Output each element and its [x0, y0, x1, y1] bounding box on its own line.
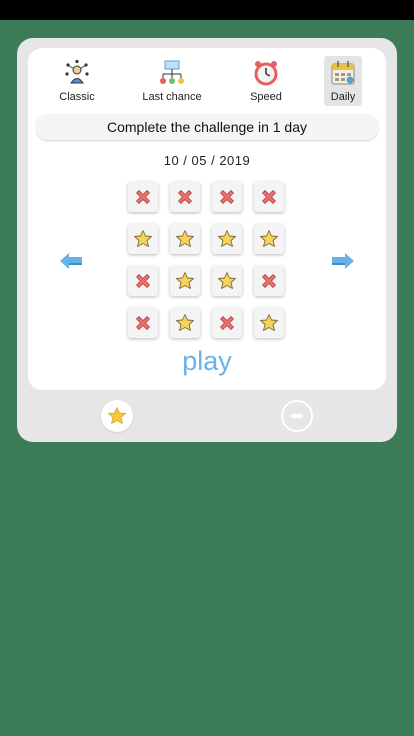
grid-cell	[170, 308, 200, 338]
minus-icon	[291, 414, 303, 418]
star-icon	[260, 314, 278, 331]
challenge-date: 10 / 05 / 2019	[163, 153, 251, 168]
grid-cell	[212, 308, 242, 338]
favorite-button[interactable]	[101, 400, 133, 432]
calendar-icon	[331, 61, 355, 85]
grid-cell	[254, 308, 284, 338]
remove-button[interactable]	[281, 400, 313, 432]
tab-last-chance-label: Last chance	[142, 91, 202, 103]
org-chart-icon	[160, 60, 184, 84]
grid-cell	[170, 182, 200, 212]
cross-icon	[136, 274, 150, 288]
play-button[interactable]: play	[157, 346, 257, 378]
cross-icon	[136, 316, 150, 330]
grid-cell	[254, 182, 284, 212]
grid-cell	[128, 224, 158, 254]
cross-icon	[262, 190, 276, 204]
alarm-clock-icon	[254, 61, 278, 86]
grid-cell	[212, 224, 242, 254]
grid-cell	[254, 266, 284, 296]
cross-icon	[262, 274, 276, 288]
star-icon	[134, 230, 152, 247]
person-presentation-icon	[65, 59, 89, 84]
grid-cell	[128, 182, 158, 212]
grid-cell	[128, 266, 158, 296]
star-icon	[176, 272, 194, 289]
status-bar	[0, 0, 414, 20]
grid-cell	[254, 224, 284, 254]
star-icon	[260, 230, 278, 247]
tab-classic-label: Classic	[59, 91, 95, 103]
grid-cell	[212, 182, 242, 212]
tab-classic[interactable]: Classic	[35, 56, 119, 106]
cross-icon	[136, 190, 150, 204]
previous-arrow-icon[interactable]	[58, 250, 84, 272]
tab-speed[interactable]: Speed	[224, 56, 308, 106]
star-icon	[218, 272, 236, 289]
star-icon	[108, 407, 126, 424]
challenge-banner: Complete the challenge in 1 day	[36, 114, 378, 140]
grid-cell	[170, 224, 200, 254]
cross-icon	[220, 190, 234, 204]
tab-speed-label: Speed	[250, 91, 282, 103]
grid-cell	[128, 308, 158, 338]
cross-icon	[220, 316, 234, 330]
star-icon	[176, 230, 194, 247]
tab-daily[interactable]: Daily	[324, 56, 362, 106]
star-icon	[218, 230, 236, 247]
tab-daily-label: Daily	[330, 91, 356, 103]
tab-last-chance[interactable]: Last chance	[130, 56, 214, 106]
grid-cell	[212, 266, 242, 296]
grid-cell	[170, 266, 200, 296]
star-icon	[176, 314, 194, 331]
next-arrow-icon[interactable]	[330, 250, 356, 272]
cross-icon	[178, 190, 192, 204]
